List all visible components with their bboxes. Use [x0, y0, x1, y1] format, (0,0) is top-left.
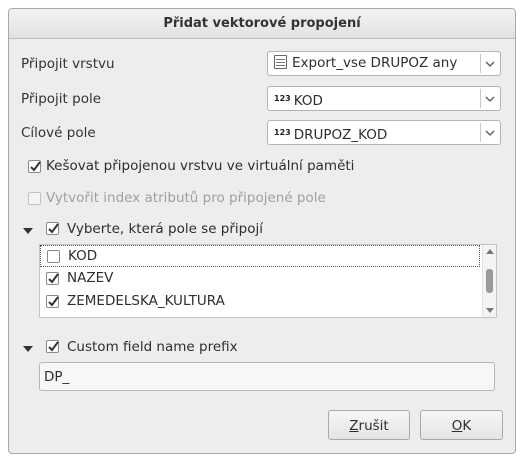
ok-button[interactable]: OK	[420, 410, 503, 440]
field-nazev-checkbox[interactable]	[46, 272, 59, 285]
table-icon	[274, 55, 287, 69]
list-scrollbar[interactable]	[482, 245, 496, 317]
index-label: Vytvořit index atributů pro připojené po…	[46, 190, 326, 206]
scrollbar-thumb[interactable]	[486, 269, 493, 293]
cache-label: Kešovat připojenou vrstvu ve virtuální p…	[46, 158, 355, 174]
scroll-up-icon[interactable]	[486, 249, 494, 254]
join-field-label: Připojit pole	[21, 91, 102, 107]
join-field-combo[interactable]: 123 KOD	[267, 86, 501, 111]
checkmark-icon	[48, 341, 59, 352]
join-dialog: Přidat vektorové propojení Připojit vrst…	[8, 8, 516, 454]
field-nazev-label: NAZEV	[67, 270, 114, 286]
cache-checkbox[interactable]	[28, 160, 41, 173]
ok-label: K	[462, 418, 472, 434]
collapse-triangle-icon[interactable]	[23, 346, 33, 352]
chevron-down-icon	[485, 61, 495, 67]
fields-group-label: Vyberte, která pole se připojí	[67, 221, 264, 237]
prefix-field[interactable]	[39, 362, 495, 391]
target-field-value: DRUPOZ_KOD	[293, 127, 388, 143]
target-field-label: Cílové pole	[21, 125, 96, 141]
cancel-label: rušit	[358, 418, 389, 434]
collapse-triangle-icon[interactable]	[23, 228, 33, 234]
chevron-down-icon	[485, 96, 495, 102]
fields-list[interactable]: KOD NAZEV ZEMEDELSKA_KULTURA	[39, 244, 497, 318]
scroll-down-icon[interactable]	[486, 308, 494, 313]
checkmark-icon	[48, 273, 59, 284]
ok-mnemonic: O	[451, 418, 463, 434]
list-item[interactable]: ZEMEDELSKA_KULTURA	[40, 291, 480, 313]
join-field-value: KOD	[293, 93, 323, 109]
chevron-down-icon	[485, 130, 495, 136]
checkmark-icon	[48, 223, 59, 234]
join-layer-label: Připojit vrstvu	[21, 56, 115, 72]
target-field-combo[interactable]: 123 DRUPOZ_KOD	[267, 120, 501, 145]
field-kod-label: KOD	[68, 248, 98, 264]
list-item[interactable]: NAZEV	[40, 268, 480, 290]
index-checkbox[interactable]	[28, 192, 41, 205]
prefix-group-label: Custom field name prefix	[67, 339, 238, 355]
integer-type-icon: 123	[274, 94, 291, 103]
field-zemedelska-kultura-checkbox[interactable]	[46, 295, 59, 308]
integer-type-icon: 123	[274, 128, 291, 137]
prefix-group-checkbox[interactable]	[46, 340, 59, 353]
checkmark-icon	[30, 161, 41, 172]
cancel-button[interactable]: Zrušit	[328, 410, 410, 440]
join-layer-combo[interactable]: Export_vse DRUPOZ any	[267, 51, 501, 76]
field-kod-checkbox[interactable]	[47, 250, 60, 263]
field-zemedelska-kultura-label: ZEMEDELSKA_KULTURA	[67, 293, 225, 309]
dialog-title: Přidat vektorové propojení	[9, 9, 515, 39]
cancel-mnemonic: Z	[349, 418, 359, 434]
join-layer-value: Export_vse DRUPOZ any	[292, 55, 458, 71]
fields-group-checkbox[interactable]	[46, 222, 59, 235]
prefix-input[interactable]	[40, 363, 494, 390]
checkmark-icon	[48, 296, 59, 307]
list-item[interactable]: KOD	[40, 245, 480, 267]
